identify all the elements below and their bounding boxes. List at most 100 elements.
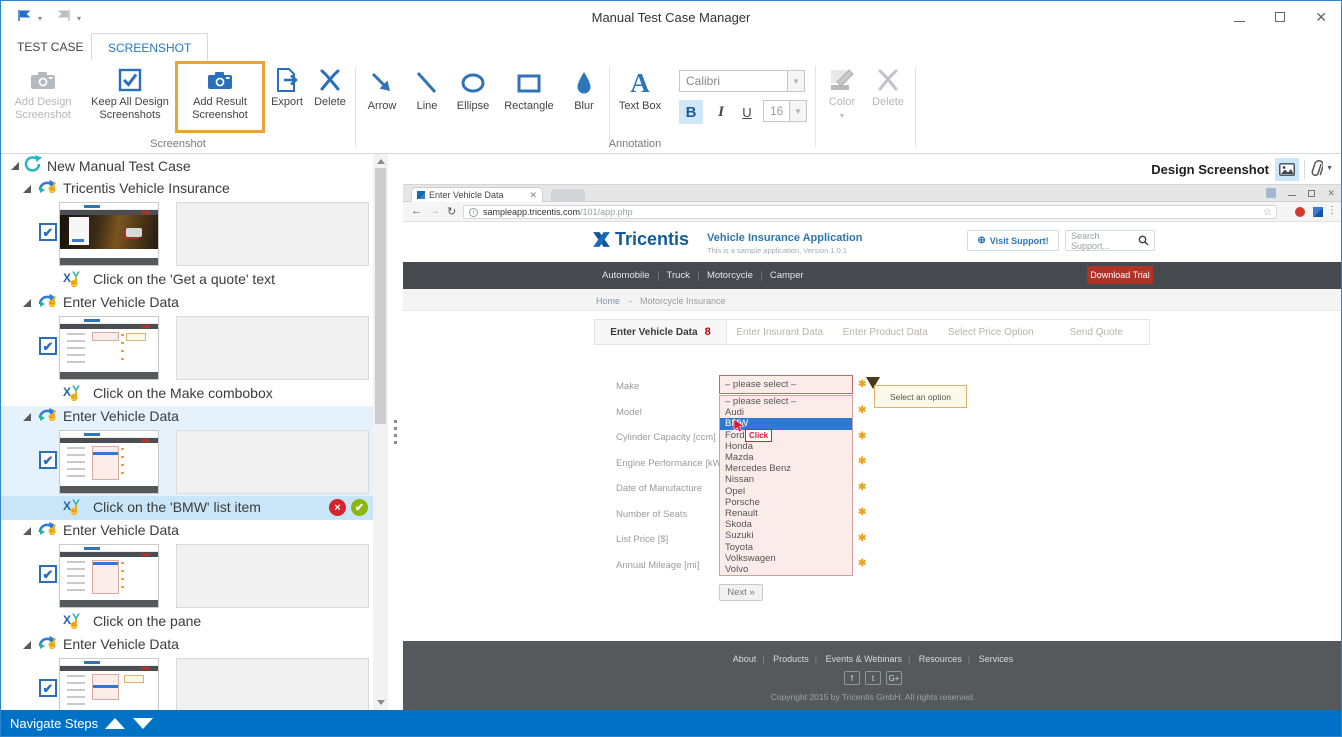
reject-step-button[interactable]: ×	[329, 499, 346, 516]
result-screenshot-placeholder[interactable]	[176, 544, 369, 608]
scrollbar-thumb[interactable]	[375, 168, 386, 424]
breadcrumb: Home → Motorcycle Insurance	[403, 289, 1342, 311]
delete-annotation-button[interactable]: Delete	[867, 64, 909, 109]
font-size-combobox[interactable]: 16 ▼	[763, 100, 807, 122]
required-asterisk: ✱	[858, 533, 866, 544]
keep-all-design-screenshots-button[interactable]: Keep All Design Screenshots	[83, 64, 177, 122]
line-tool-button[interactable]: Line	[409, 66, 445, 112]
page-header: Tricentis Vehicle Insurance Application …	[403, 222, 1342, 262]
browser-tab: Enter Vehicle Data ✕	[411, 187, 543, 202]
expander-icon[interactable]	[23, 413, 31, 421]
required-asterisk: ✱	[858, 456, 866, 467]
expander-icon[interactable]	[23, 641, 31, 649]
ellipse-tool-button[interactable]: Ellipse	[451, 66, 495, 112]
color-button[interactable]: Color ▼	[821, 64, 863, 123]
step-checkbox[interactable]: ✔	[39, 337, 57, 355]
attachment-button[interactable]: ▼	[1310, 159, 1333, 178]
back-icon: ←	[411, 205, 422, 217]
close-button[interactable]: ✕	[1315, 11, 1327, 23]
step-checkbox[interactable]: ✔	[39, 451, 57, 469]
delete-icon	[867, 64, 909, 96]
tree-group-header[interactable]: ☝ Enter Vehicle Data	[1, 520, 373, 542]
delete-screenshot-button[interactable]: Delete	[309, 64, 351, 109]
text-box-tool-button[interactable]: A Text Box	[615, 66, 665, 112]
page-content: Enter Vehicle Data 8 Enter Insurant Data…	[403, 311, 1342, 641]
tree-group: ☝ Enter Vehicle Data ✔ XY☝ Click on the …	[1, 292, 373, 406]
step-checkbox[interactable]: ✔	[39, 223, 57, 241]
panel-splitter[interactable]	[388, 154, 403, 710]
result-screenshot-placeholder[interactable]	[176, 430, 369, 494]
wizard-step: Enter Product Data	[833, 327, 939, 338]
result-screenshot-placeholder[interactable]	[176, 658, 369, 710]
tree-group-header[interactable]: ☝ Enter Vehicle Data	[1, 634, 373, 656]
add-design-screenshot-button[interactable]: Add Design Screenshot	[5, 64, 81, 122]
expander-icon[interactable]	[23, 299, 31, 307]
blur-tool-button[interactable]: Blur	[565, 66, 603, 112]
google-plus-icon: G+	[886, 671, 902, 685]
dropdown-option: Volkswagen	[720, 553, 852, 564]
maximize-button[interactable]	[1275, 12, 1285, 22]
scroll-down-icon[interactable]	[377, 700, 385, 705]
tree-group-header[interactable]: ☝ Enter Vehicle Data	[1, 292, 373, 314]
italic-button[interactable]: I	[709, 100, 733, 124]
tool-label: Text Box	[615, 100, 665, 112]
tree-scrollbar[interactable]	[373, 154, 388, 710]
scroll-up-icon[interactable]	[377, 159, 385, 164]
export-button[interactable]: Export	[267, 64, 307, 109]
navigate-down-icon[interactable]	[133, 718, 153, 729]
accept-step-button[interactable]: ✔	[351, 499, 368, 516]
dropdown-option: Opel	[720, 486, 852, 497]
add-result-screenshot-button[interactable]: Add Result Screenshot	[181, 64, 259, 122]
favicon	[417, 191, 425, 199]
expander-icon[interactable]	[23, 527, 31, 535]
tree-root-row[interactable]: New Manual Test Case	[1, 154, 373, 178]
design-screenshot-thumbnail[interactable]	[59, 544, 159, 608]
form-label: Number of Seats	[616, 509, 687, 520]
tree-step-row-selected[interactable]: XY☝ Click on the 'BMW' list item × ✔	[1, 496, 373, 520]
expander-icon[interactable]	[23, 185, 31, 193]
tree-step-row[interactable]: XY☝ Click on the 'Get a quote' text	[1, 268, 373, 292]
dropdown-option: Honda	[720, 441, 852, 452]
design-screenshot-thumbnail[interactable]	[59, 658, 159, 710]
click-xy-icon: XY☝	[63, 612, 87, 632]
screenshot-toggle-button[interactable]	[1275, 158, 1299, 181]
form-label: Engine Performance [kW]	[616, 458, 724, 469]
tree-group-header[interactable]: ☝ Tricentis Vehicle Insurance	[1, 178, 373, 200]
tree-step-row[interactable]: XY☝ Click on the Make combobox	[1, 382, 373, 406]
result-screenshot-placeholder[interactable]	[176, 202, 369, 266]
font-name-combobox[interactable]: Calibri ▼	[679, 70, 805, 92]
result-screenshot-placeholder[interactable]	[176, 316, 369, 380]
design-screenshot-thumbnail[interactable]	[59, 316, 159, 380]
arrow-tool-button[interactable]: Arrow	[359, 66, 405, 112]
refresh-icon	[23, 154, 43, 177]
dropdown-option: Mazda	[720, 452, 852, 463]
group-label: Enter Vehicle Data	[63, 636, 179, 652]
tree-step-row[interactable]: XY☝ Click on the pane	[1, 610, 373, 634]
step-checkbox[interactable]: ✔	[39, 679, 57, 697]
design-screenshot-thumbnail[interactable]	[59, 202, 159, 266]
step-checkbox[interactable]: ✔	[39, 565, 57, 583]
expander-icon[interactable]	[11, 162, 19, 170]
design-screenshot-canvas[interactable]: Enter Vehicle Data ✕ ✕ ← → ↻	[403, 185, 1342, 712]
bold-button[interactable]: B	[679, 100, 703, 124]
dropdown-option: Skoda	[720, 519, 852, 530]
address-bar: i sampleapp.tricentis.com/101/app.php ☆	[463, 205, 1277, 219]
rectangle-tool-button[interactable]: Rectangle	[499, 66, 559, 112]
tab-screenshot[interactable]: SCREENSHOT	[91, 33, 208, 60]
chevron-down-icon: ▼	[787, 71, 804, 91]
navigate-up-icon[interactable]	[105, 718, 125, 729]
design-screenshot-thumbnail[interactable]	[59, 430, 159, 494]
underline-button[interactable]: U	[735, 100, 759, 124]
minimize-button[interactable]	[1234, 21, 1245, 22]
breadcrumb-home: Home	[596, 296, 620, 306]
facebook-icon: f	[844, 671, 860, 685]
tree-group-header[interactable]: ☝ Enter Vehicle Data	[1, 406, 373, 428]
wizard-step: Enter Insurant Data	[727, 327, 833, 338]
tab-test-case[interactable]: TEST CASE	[17, 40, 83, 54]
brand-name: Tricentis	[615, 229, 689, 250]
click-xy-icon: XY☝	[63, 270, 87, 290]
required-asterisk: ✱	[858, 558, 866, 569]
group-label: Enter Vehicle Data	[63, 522, 179, 538]
browser-menu-icon: ⋮	[1327, 205, 1337, 216]
dropdown-option: Renault	[720, 508, 852, 519]
